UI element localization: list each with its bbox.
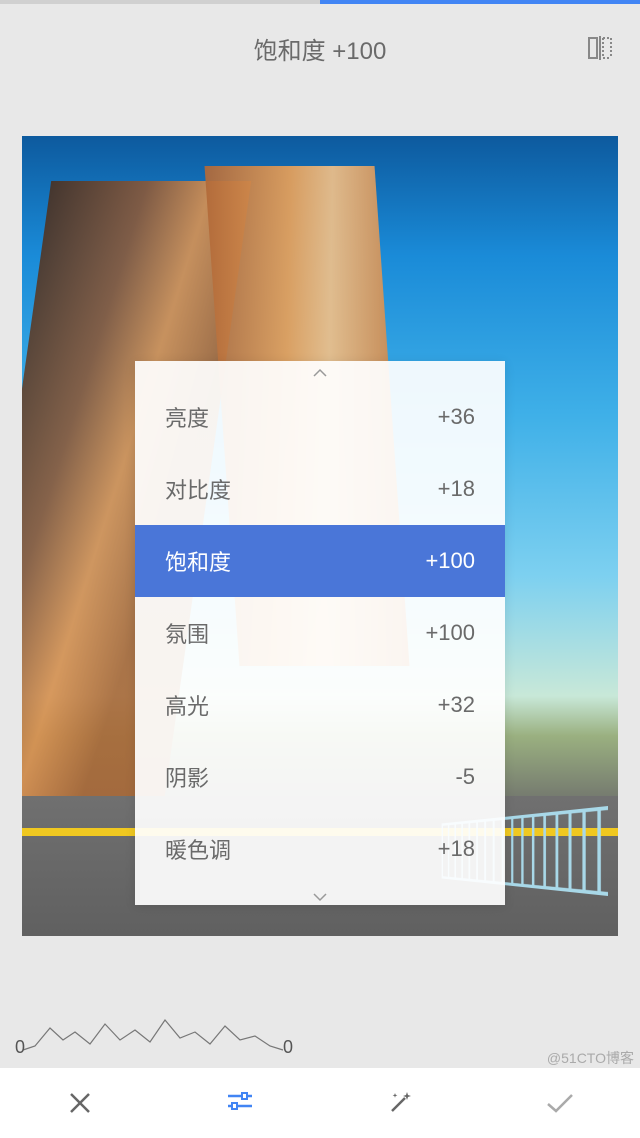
sliders-icon	[225, 1088, 255, 1118]
adjustment-label: 氛围	[165, 617, 209, 649]
photo-canvas[interactable]: 亮度 +36 对比度 +18 饱和度 +100 氛围 +100 高光 +32 阴影 -5 暖色调 +18	[22, 136, 618, 936]
mirror-compare-icon	[586, 34, 614, 62]
chevron-up-icon	[312, 368, 328, 378]
adjustment-value: -5	[455, 764, 475, 790]
compare-mirror-button[interactable]	[582, 30, 618, 66]
adjustment-row[interactable]: 氛围 +100	[135, 597, 505, 669]
adjustment-row[interactable]: 阴影 -5	[135, 741, 505, 813]
adjustment-value: +32	[438, 692, 475, 718]
adjustment-value: +18	[438, 836, 475, 862]
adjustment-panel[interactable]: 亮度 +36 对比度 +18 饱和度 +100 氛围 +100 高光 +32 阴影 -5 暖色调 +18	[135, 361, 505, 905]
adjustment-row[interactable]: 亮度 +36	[135, 381, 505, 453]
adjustment-label: 暖色调	[165, 833, 231, 865]
adjustment-label: 亮度	[165, 401, 209, 433]
adjustment-row[interactable]: 对比度 +18	[135, 453, 505, 525]
adjustment-label: 阴影	[165, 761, 209, 793]
adjustment-label: 饱和度	[165, 545, 231, 577]
adjustment-row[interactable]: 饱和度 +100	[135, 525, 505, 597]
histogram: 0 0	[15, 1010, 295, 1054]
current-adjustment-title: 饱和度 +100	[254, 31, 387, 66]
watermark-text: @51CTO博客	[547, 1048, 634, 1068]
histogram-right-label: 0	[283, 1037, 293, 1058]
cancel-button[interactable]	[50, 1073, 110, 1133]
confirm-button[interactable]	[530, 1073, 590, 1133]
adjustment-value: +100	[425, 548, 475, 574]
adjustment-value: +36	[438, 404, 475, 430]
adjustment-row[interactable]: 高光 +32	[135, 669, 505, 741]
adjustment-value: +18	[438, 476, 475, 502]
bottom-toolbar	[0, 1068, 640, 1138]
panel-scroll-down-indicator	[135, 885, 505, 905]
adjustment-label: 对比度	[165, 473, 231, 505]
adjust-sliders-button[interactable]	[210, 1073, 270, 1133]
chevron-down-icon	[312, 892, 328, 902]
magic-wand-icon	[385, 1088, 415, 1118]
histogram-curve	[15, 1010, 295, 1054]
adjustment-row[interactable]: 暖色调 +18	[135, 813, 505, 885]
histogram-left-label: 0	[15, 1037, 25, 1058]
panel-scroll-up-indicator	[135, 361, 505, 381]
adjustment-value: +100	[425, 620, 475, 646]
adjustment-label: 高光	[165, 689, 209, 721]
magic-wand-button[interactable]	[370, 1073, 430, 1133]
close-icon	[66, 1089, 94, 1117]
check-icon	[544, 1089, 576, 1117]
header-bar: 饱和度 +100	[0, 4, 640, 92]
